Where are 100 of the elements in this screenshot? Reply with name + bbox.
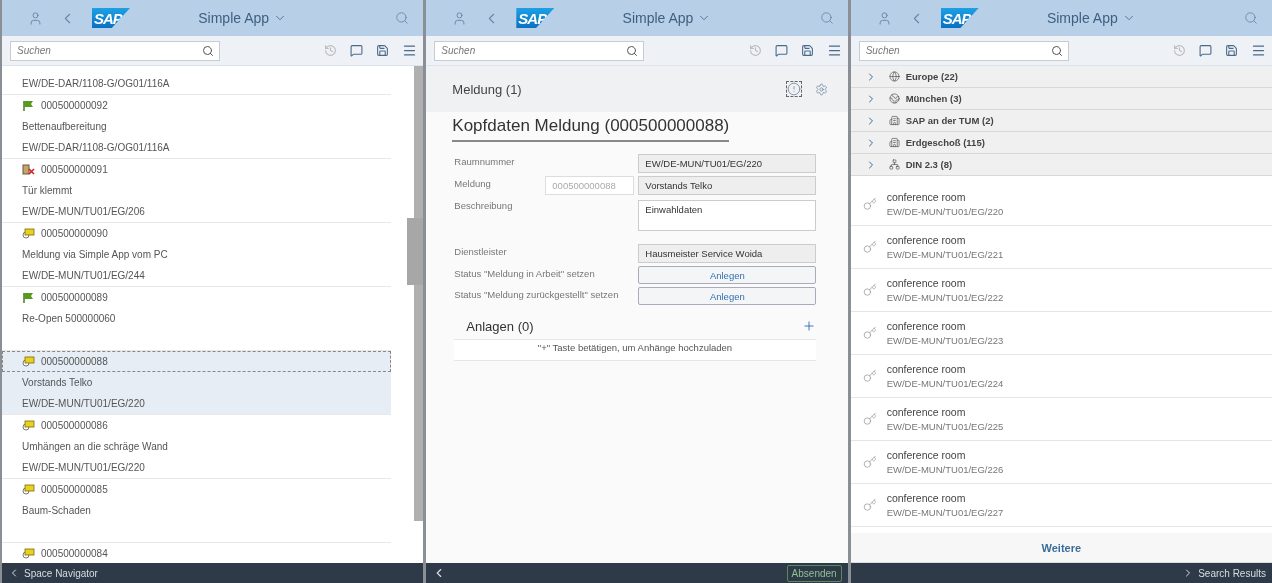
back-link[interactable]: Space Navigator (8, 567, 98, 579)
location-text: EW/DE-MUN/TU01/EG/225 (886, 421, 1004, 432)
tree-item[interactable]: Europe (22) (850, 66, 1272, 88)
location-text: EW/DE-MUN/TU01/EG/221 (886, 249, 1004, 260)
search-field[interactable]: Suchen (434, 40, 645, 61)
room-item[interactable]: conference room EW/DE-MUN/TU01/EG/221 (850, 226, 1272, 269)
notification-description: Re-Open 500000060 (22, 313, 116, 324)
room-name: conference room (886, 449, 967, 461)
key-icon (862, 197, 877, 211)
user-icon[interactable] (452, 10, 468, 26)
section-title: Meldung (1) (452, 81, 523, 97)
logo: SAP (940, 8, 979, 28)
search-icon[interactable] (819, 11, 834, 25)
notification-item[interactable]: 000500000088 Vorstands Telko EW/DE-MUN/TU01/EG/220 (2, 350, 392, 414)
message-icon (22, 228, 35, 239)
more-button[interactable]: Weitere (850, 533, 1272, 563)
notification-number: 000500000091 (41, 164, 108, 175)
text-field[interactable]: EW/DE-MUN/TU01/EG/220 (638, 154, 817, 173)
search-icon[interactable] (395, 11, 410, 25)
user-icon[interactable] (876, 10, 892, 26)
create-button[interactable]: Anlegen (638, 287, 817, 305)
notification-number: 000500000090 (41, 228, 108, 239)
app-title-menu[interactable]: Simple App (570, 10, 804, 26)
attachments-hint: "+" Taste betätigen, um Anhänge hochzuladen (454, 339, 816, 361)
search-icon[interactable] (202, 44, 214, 57)
menu-icon[interactable] (826, 43, 842, 58)
message-icon (22, 548, 35, 559)
history-icon[interactable] (324, 44, 338, 57)
settings-icon[interactable] (814, 82, 828, 96)
create-button[interactable]: Anlegen (638, 266, 817, 284)
room-name: conference room (886, 363, 967, 375)
field-label: Status "Meldung in Arbeit" setzen (454, 267, 596, 279)
comment-icon[interactable] (774, 44, 788, 57)
notification-number: 000500000084 (41, 548, 108, 559)
text-field[interactable]: Vorstands Telko (638, 176, 817, 195)
flag-icon (22, 100, 35, 111)
search-icon[interactable] (1244, 11, 1258, 25)
message-icon (22, 420, 35, 431)
location-text: EW/DE-MUN/TU01/EG/220 (22, 398, 145, 409)
broken-item-icon (22, 164, 35, 175)
key-icon (862, 240, 877, 254)
key-icon (862, 369, 877, 383)
notification-number: 000500000086 (41, 420, 108, 431)
room-item[interactable]: conference room EW/DE-MUN/TU01/EG/224 (850, 355, 1272, 398)
location-text: EW/DE-MUN/TU01/EG/244 (22, 270, 145, 281)
search-field[interactable]: Suchen (858, 40, 1069, 61)
user-icon[interactable] (28, 10, 43, 26)
key-icon (862, 412, 877, 426)
tree-item[interactable]: München (3) (850, 88, 1272, 110)
tree-item[interactable]: SAP an der TUM (2) (850, 110, 1272, 132)
search-icon[interactable] (626, 44, 639, 57)
notification-number: 000500000092 (41, 100, 108, 111)
tree-label: Europe (22) (905, 71, 958, 82)
tree-item[interactable]: DIN 2.3 (8) (850, 154, 1272, 176)
location-text: EW/DE-DAR/1108-G/OG01/116A (22, 142, 170, 153)
building-icon (888, 137, 900, 148)
forward-link[interactable]: Search Results (1182, 567, 1266, 579)
id-field: 000500000088 (545, 176, 635, 195)
room-item[interactable]: conference room EW/DE-MUN/TU01/EG/226 (850, 441, 1272, 484)
tree-item[interactable]: Erdgeschoß (115) (850, 132, 1272, 154)
text-area[interactable]: Einwahldaten (638, 200, 817, 231)
scrollbar-thumb[interactable] (407, 218, 424, 285)
comment-icon[interactable] (1199, 44, 1212, 57)
menu-icon[interactable] (402, 43, 418, 58)
field-label: Status "Meldung zurückgestellt" setzen (454, 288, 620, 300)
room-item[interactable]: conference room EW/DE-MUN/TU01/EG/227 (850, 484, 1272, 527)
notification-number: 000500000089 (41, 292, 108, 303)
add-icon[interactable] (801, 319, 816, 333)
history-icon[interactable] (748, 44, 762, 57)
room-item[interactable]: conference room EW/DE-MUN/TU01/EG/223 (850, 312, 1272, 355)
room-item[interactable]: conference room EW/DE-MUN/TU01/EG/220 (850, 183, 1272, 226)
notification-description: Bettenaufbereitung (22, 121, 107, 132)
alert-icon[interactable] (786, 82, 801, 96)
notification-description: Vorstands Telko (22, 377, 93, 388)
search-icon[interactable] (1050, 44, 1063, 57)
attachments-title: Anlagen (0) (466, 318, 535, 334)
building-icon (888, 115, 900, 126)
message-icon (22, 484, 35, 495)
key-icon (862, 498, 877, 512)
comment-icon[interactable] (350, 44, 364, 57)
globe-icon (888, 71, 900, 82)
location-text: EW/DE-MUN/TU01/EG/220 (22, 462, 145, 473)
tree-label: SAP an der TUM (2) (905, 115, 994, 126)
room-name: conference room (886, 492, 967, 504)
search-field[interactable]: Suchen (10, 40, 220, 61)
scrollbar[interactable] (407, 66, 424, 521)
send-button[interactable]: Absenden (786, 564, 842, 582)
location-text: EW/DE-MUN/TU01/EG/224 (886, 378, 1004, 389)
tree-label: DIN 2.3 (8) (905, 159, 953, 170)
app-title-menu[interactable]: Simple App (994, 10, 1228, 26)
room-item[interactable]: conference room EW/DE-MUN/TU01/EG/222 (850, 269, 1272, 312)
text-field[interactable]: Hausmeister Service Woida (638, 244, 817, 263)
room-name: conference room (886, 277, 967, 289)
history-icon[interactable] (1173, 44, 1186, 57)
room-item[interactable]: conference room EW/DE-MUN/TU01/EG/225 (850, 398, 1272, 441)
location-text: EW/DE-MUN/TU01/EG/226 (886, 464, 1004, 475)
menu-icon[interactable] (1251, 43, 1266, 58)
notification-description: Baum-Schaden (22, 505, 91, 516)
app-title-menu[interactable]: Simple App (146, 10, 380, 26)
notification-description: Meldung via Simple App vom PC (22, 249, 168, 260)
